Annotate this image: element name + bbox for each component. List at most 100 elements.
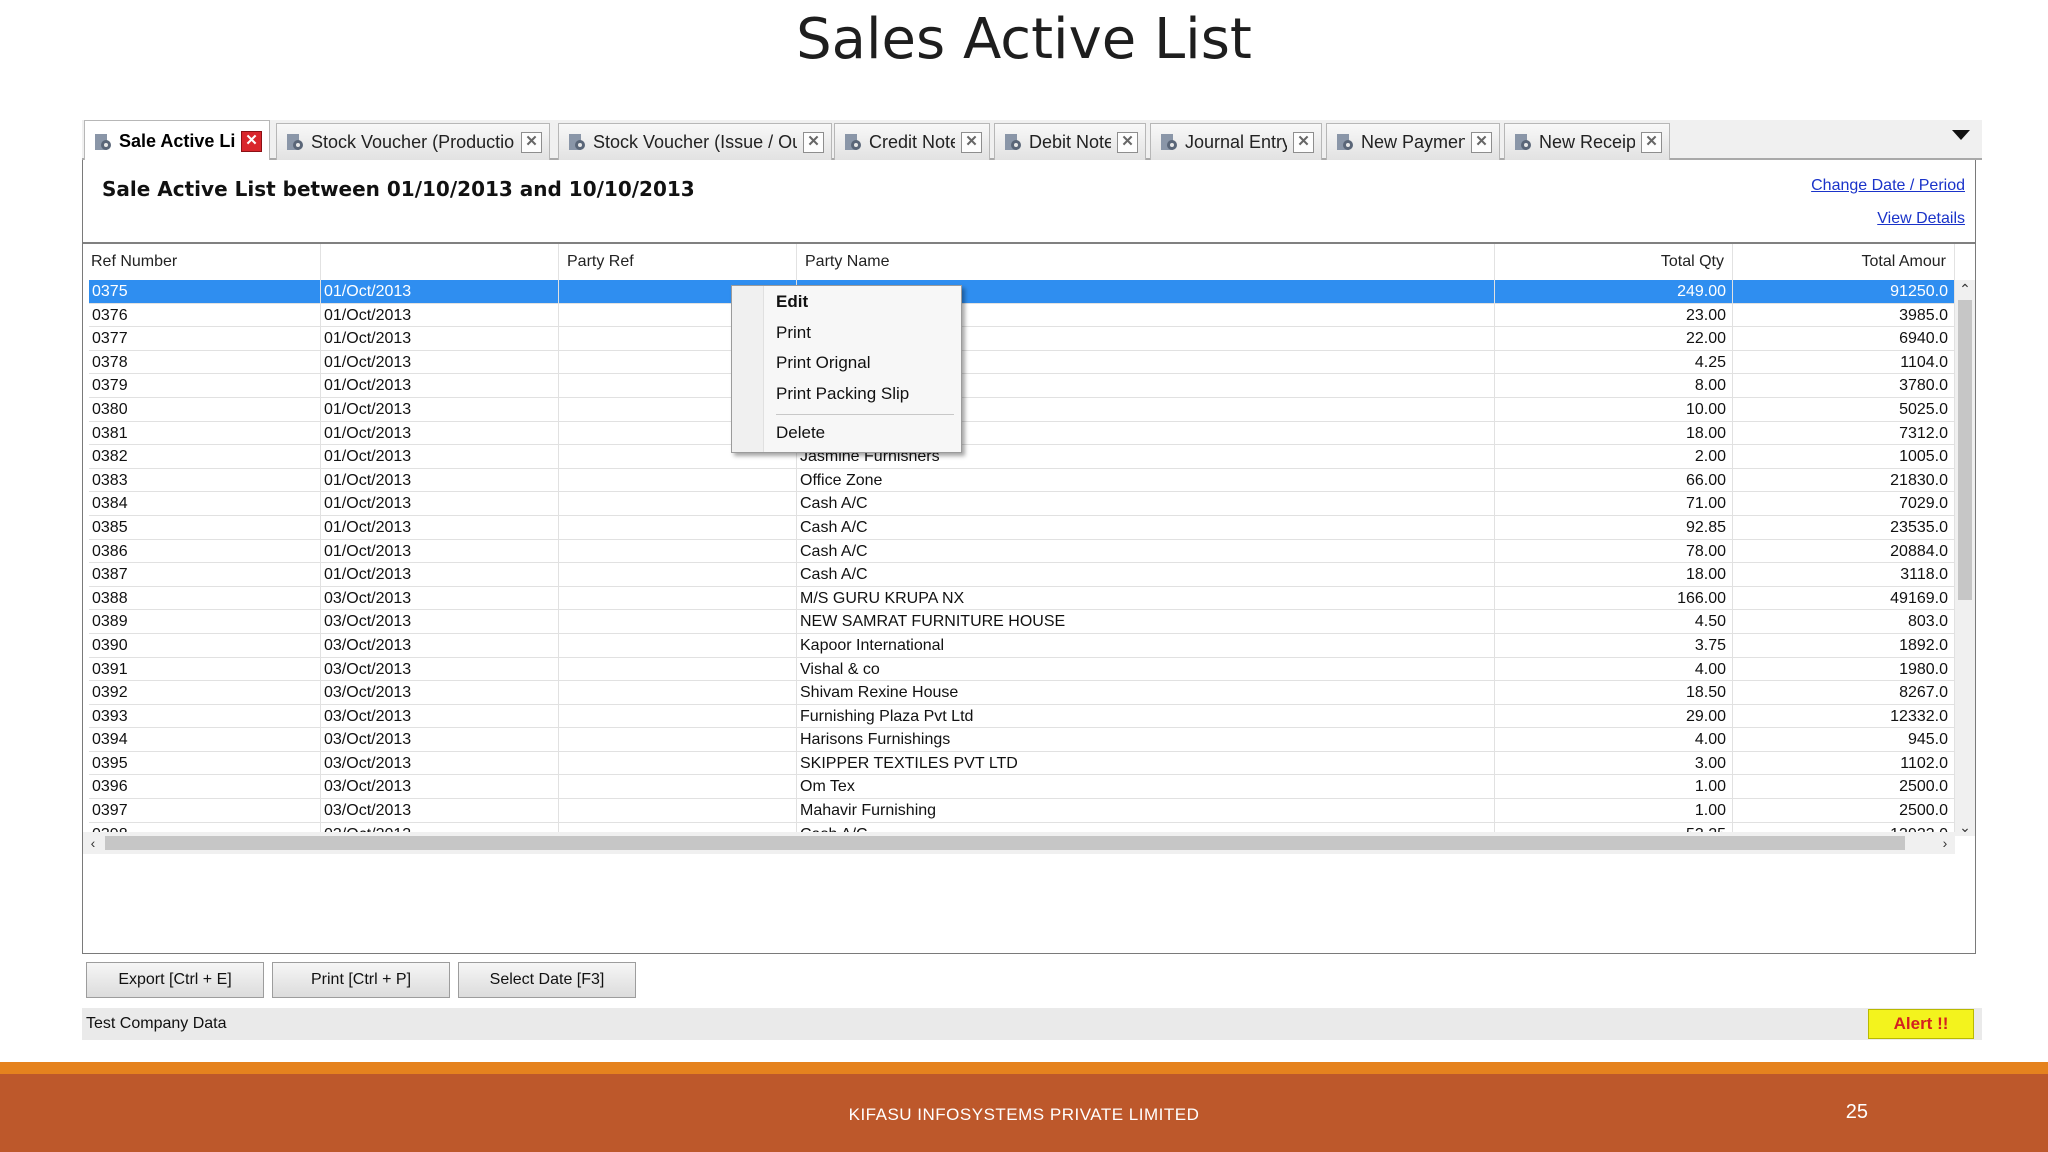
tab-sale-active-list[interactable]: Sale Active List ✕ [84, 120, 270, 162]
table-cell [559, 775, 797, 799]
table-row[interactable]: 0387 01/Oct/2013 Cash A/C 18.00 3118.0 [89, 563, 1955, 587]
vertical-scrollbar[interactable]: ⌃ ⌄ [1955, 280, 1975, 836]
table-cell: 0390 [89, 633, 321, 657]
print-button[interactable]: Print [Ctrl + P] [272, 962, 450, 998]
table-row[interactable]: 0388 03/Oct/2013 M/S GURU KRUPA NX 166.00 49… [89, 586, 1955, 611]
close-icon[interactable]: ✕ [961, 131, 982, 153]
sales-grid: Ref Number Party Ref Party Name Total Qt… [83, 244, 1975, 854]
table-row[interactable]: 0393 03/Oct/2013 Furnishing Plaza Pvt Ltd 2… [89, 704, 1955, 729]
column-header-party-ref[interactable]: Party Ref [559, 244, 797, 280]
table-cell: 10.00 [1495, 397, 1733, 421]
table-cell: 01/Oct/2013 [321, 468, 559, 492]
table-row[interactable]: 0378 01/Oct/2013 4.25 1104.0 [89, 350, 1955, 375]
table-cell: Cash A/C [797, 539, 1495, 563]
tab-new-receipt[interactable]: New Receipt ✕ [1504, 123, 1670, 160]
table-cell: 1980.0 [1733, 657, 1955, 681]
close-icon[interactable]: ✕ [803, 131, 824, 153]
slide-title: Sales Active List [796, 7, 1252, 72]
close-icon[interactable]: ✕ [241, 131, 262, 152]
table-row[interactable]: 0386 01/Oct/2013 Cash A/C 78.00 20884.0 [89, 539, 1955, 564]
tab-stock-voucher-issue[interactable]: Stock Voucher (Issue / Out) ✕ [558, 123, 832, 160]
export-button[interactable]: Export [Ctrl + E] [86, 962, 264, 998]
scroll-left-icon[interactable]: ‹ [83, 832, 103, 854]
table-row[interactable]: 0375 01/Oct/2013 249.00 91250.0 [89, 280, 1955, 304]
table-cell [559, 681, 797, 705]
close-icon[interactable]: ✕ [1641, 131, 1662, 153]
table-cell: 22.00 [1495, 327, 1733, 351]
table-cell: 2500.0 [1733, 775, 1955, 799]
table-cell: 0380 [89, 397, 321, 421]
table-row[interactable]: 0383 01/Oct/2013 Office Zone 66.00 21830.0 [89, 468, 1955, 493]
column-header-total-amount[interactable]: Total Amour [1733, 244, 1955, 280]
table-row[interactable]: 0382 01/Oct/2013 Jasmine Furnishers 2.00 100… [89, 445, 1955, 469]
table-cell: 1104.0 [1733, 350, 1955, 374]
table-cell: 1892.0 [1733, 633, 1955, 657]
table-row[interactable]: 0390 03/Oct/2013 Kapoor International 3.75 1… [89, 633, 1955, 658]
table-cell: Kapoor International [797, 633, 1495, 657]
table-row[interactable]: 038001/Oct/2013ons10.005025.0 [89, 397, 1955, 422]
table-row[interactable]: 0396 03/Oct/2013 Om Tex 1.00 2500.0 [89, 775, 1955, 800]
column-header-date[interactable] [321, 244, 559, 280]
table-cell: 91250.0 [1733, 280, 1955, 303]
menu-item-edit[interactable]: Edit [776, 288, 956, 316]
column-header-ref-number[interactable]: Ref Number [83, 244, 321, 280]
table-row[interactable]: 0379 01/Oct/2013 8.00 3780.0 [89, 374, 1955, 398]
table-cell: 0378 [89, 350, 321, 374]
tab-stock-voucher-production[interactable]: Stock Voucher (Production /... ✕ [276, 123, 550, 160]
menu-item-print-packing-slip[interactable]: Print Packing Slip [776, 380, 956, 408]
table-cell: 6940.0 [1733, 327, 1955, 351]
menu-item-print[interactable]: Print [776, 319, 956, 347]
table-row[interactable]: 0389 03/Oct/2013 NEW SAMRAT FURNITURE HOUS… [89, 610, 1955, 634]
table-cell: 03/Oct/2013 [321, 610, 559, 634]
document-gear-icon [1161, 134, 1177, 150]
view-details-link[interactable]: View Details [1877, 210, 1965, 228]
select-date-button[interactable]: Select Date [F3] [458, 962, 636, 998]
table-cell: 166.00 [1495, 586, 1733, 610]
menu-item-delete[interactable]: Delete [776, 419, 956, 447]
tab-credit-note[interactable]: Credit Note ✕ [834, 123, 990, 160]
column-header-party-name[interactable]: Party Name [797, 244, 1495, 280]
tab-debit-note[interactable]: Debit Note ✕ [994, 123, 1146, 160]
tab-list-dropdown-icon[interactable] [1952, 130, 1970, 140]
table-cell: 01/Oct/2013 [321, 445, 559, 469]
table-cell: 249.00 [1495, 280, 1733, 303]
table-cell: 0394 [89, 728, 321, 752]
table-row[interactable]: 0394 03/Oct/2013 Harisons Furnishings 4.00 9… [89, 728, 1955, 752]
table-row[interactable]: 0395 03/Oct/2013 SKIPPER TEXTILES PVT LTD 3… [89, 751, 1955, 776]
table-cell: Vishal & co [797, 657, 1495, 681]
table-row[interactable]: 0392 03/Oct/2013 Shivam Rexine House 18.50 8… [89, 681, 1955, 705]
scroll-up-icon[interactable]: ⌃ [1955, 280, 1975, 298]
close-icon[interactable]: ✕ [1471, 131, 1492, 153]
tab-new-payment[interactable]: New Payment ✕ [1326, 123, 1500, 160]
table-cell: 03/Oct/2013 [321, 633, 559, 657]
alert-button[interactable]: Alert !! [1868, 1009, 1974, 1039]
close-icon[interactable]: ✕ [1117, 131, 1138, 153]
close-icon[interactable]: ✕ [1293, 131, 1314, 153]
table-cell [559, 704, 797, 728]
table-cell: 20884.0 [1733, 539, 1955, 563]
change-date-link[interactable]: Change Date / Period [1811, 177, 1965, 195]
horizontal-scrollbar[interactable]: ‹ › [83, 832, 1955, 854]
table-cell: 0389 [89, 610, 321, 634]
table-row[interactable]: 0377 01/Oct/2013 22.00 6940.0 [89, 327, 1955, 351]
scroll-down-icon[interactable]: ⌄ [1955, 818, 1975, 836]
scrollbar-thumb[interactable] [1958, 300, 1972, 600]
table-row[interactable]: 0381 01/Oct/2013 18.00 7312.0 [89, 421, 1955, 446]
table-row[interactable]: 0385 01/Oct/2013 Cash A/C 92.85 23535.0 [89, 515, 1955, 540]
table-row[interactable]: 0384 01/Oct/2013 Cash A/C 71.00 7029.0 [89, 492, 1955, 516]
table-row[interactable]: 037601/Oct/2013URE HOUSE23.003985.0 [89, 303, 1955, 328]
scroll-right-icon[interactable]: › [1935, 832, 1955, 854]
table-row[interactable]: 0397 03/Oct/2013 Mahavir Furnishing 1.00 250… [89, 799, 1955, 823]
close-icon[interactable]: ✕ [521, 131, 542, 153]
document-gear-icon [569, 134, 585, 150]
tab-journal-entry[interactable]: Journal Entry ✕ [1150, 123, 1322, 160]
document-gear-icon [845, 134, 861, 150]
menu-item-print-original[interactable]: Print Orignal [776, 349, 956, 377]
scrollbar-thumb[interactable] [105, 836, 1905, 850]
column-header-total-qty[interactable]: Total Qty [1495, 244, 1733, 280]
table-row[interactable]: 0391 03/Oct/2013 Vishal & co 4.00 1980.0 [89, 657, 1955, 682]
grid-header: Ref Number Party Ref Party Name Total Qt… [83, 244, 1955, 280]
table-cell: 0385 [89, 515, 321, 539]
table-cell: 03/Oct/2013 [321, 586, 559, 610]
table-cell: 0383 [89, 468, 321, 492]
